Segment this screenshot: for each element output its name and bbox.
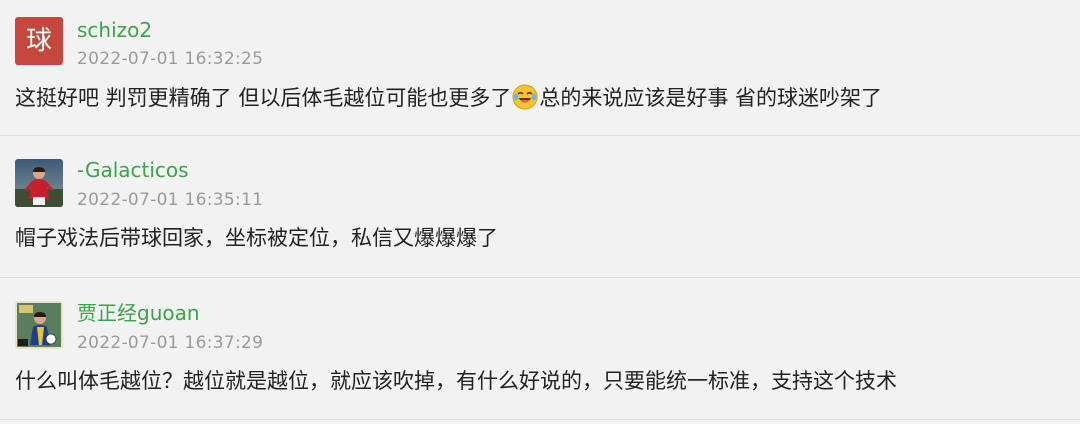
username-link[interactable]: schizo2 [77,18,152,42]
comment-text-part: 总的来说应该是好事 省的球迷吵架了 [539,86,883,110]
comment-text-part: 这挺好吧 判罚更精确了 但以后体毛越位可能也更多了 [15,86,512,110]
comment-list: 球 schizo2 2022-07-01 16:32:25 这挺好吧 判罚更精确… [0,0,1080,424]
avatar[interactable] [15,159,63,207]
avatar[interactable] [15,301,63,349]
comment-timestamp: 2022-07-01 16:35:11 [77,190,264,210]
comment-text: 什么叫体毛越位？越位就是越位，就应该吹掉，有什么好说的，只要能统一标准，支持这个… [15,369,897,393]
comment-timestamp: 2022-07-01 16:32:25 [77,49,264,69]
comment-item: 贾正经guoan 2022-07-01 16:37:29 什么叫体毛越位？越位就… [0,278,1080,420]
comment-text: 帽子戏法后带球回家，坐标被定位，私信又爆爆爆了 [15,226,498,250]
comment-timestamp: 2022-07-01 16:37:29 [77,333,264,353]
username-link[interactable]: -Galacticos [77,158,189,182]
comment-item: -Galacticos 2022-07-01 16:35:11 帽子戏法后带球回… [0,136,1080,278]
comment-item: 球 schizo2 2022-07-01 16:32:25 这挺好吧 判罚更精确… [0,0,1080,136]
avatar[interactable]: 球 [15,17,63,65]
laughing-crying-emoji-icon [512,84,538,110]
username-link[interactable]: 贾正经guoan [77,301,200,325]
player-card-avatar-icon [15,301,63,349]
comment-text: 这挺好吧 判罚更精确了 但以后体毛越位可能也更多了 总的来说应该是好事 省的球迷… [15,83,1065,113]
player-photo-avatar-icon [15,159,63,207]
